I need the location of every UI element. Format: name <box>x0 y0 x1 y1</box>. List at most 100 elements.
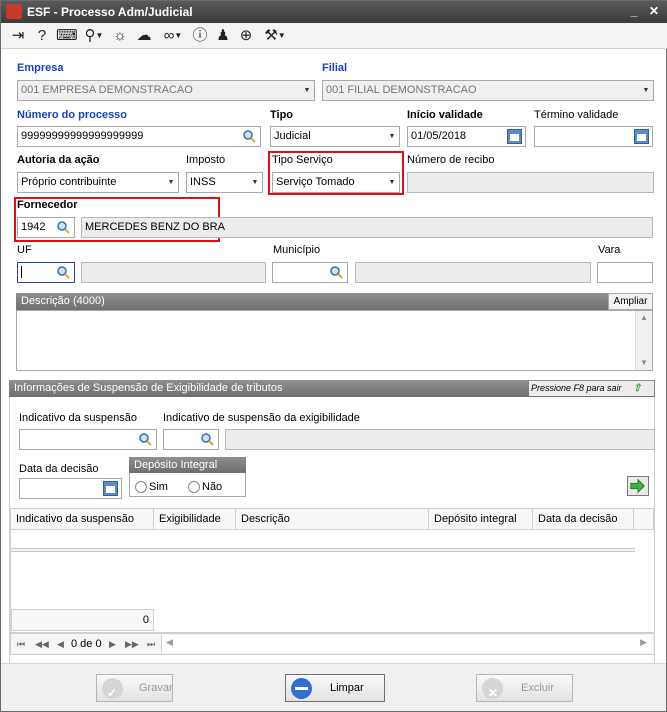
recibo-label: Número de recibo <box>407 154 495 166</box>
chevron-down-icon: ▼ <box>642 87 650 94</box>
inicio-validade-input[interactable]: 01/05/2018 <box>407 126 526 147</box>
indicativo-suspensao-label: Indicativo da suspensão <box>19 412 138 424</box>
sim-radio[interactable] <box>135 481 147 493</box>
empresa-select[interactable]: 001 EMPRESA DEMONSTRACAO ▼ <box>17 80 315 101</box>
indicativo-exigibilidade-input[interactable] <box>163 429 219 450</box>
last-page-icon[interactable]: ⏭ <box>147 639 155 650</box>
termino-validade-input[interactable] <box>534 126 653 147</box>
add-row-button[interactable] <box>627 476 649 496</box>
tipo-servico-label: Tipo Serviço <box>272 154 333 166</box>
limpar-button[interactable]: Limpar <box>285 674 385 702</box>
inicio-validade-label: Início validade <box>407 109 483 121</box>
numero-processo-input[interactable]: 99999999999999999999 <box>17 126 261 147</box>
grid-col-exigibilidade[interactable]: Exigibilidade <box>154 509 236 530</box>
ampliar-label: Ampliar <box>613 296 648 307</box>
tipo-select[interactable]: Judicial ▼ <box>270 126 400 147</box>
tipo-servico-select[interactable]: Serviço Tomado ▼ <box>272 172 400 193</box>
pager-text: 0 de 0 <box>71 638 102 650</box>
nao-radio[interactable] <box>188 481 200 493</box>
descricao-label: Descrição (4000) <box>21 295 105 307</box>
calendar-icon[interactable] <box>634 129 649 144</box>
scroll-up-icon[interactable]: ▲ <box>640 313 648 322</box>
grid-col-filler <box>634 509 654 530</box>
numero-processo-label: Número do processo <box>17 109 128 121</box>
search-icon[interactable] <box>200 432 215 447</box>
f8-hint: Pressione F8 para sair ⇧ <box>529 381 654 396</box>
help-icon[interactable]: ? <box>33 26 51 46</box>
uf-name-display <box>81 262 266 283</box>
suspensao-title: Informações de Suspensão de Exigibilidad… <box>14 382 283 394</box>
arrow-up-icon[interactable]: ⇧ <box>633 381 641 396</box>
recibo-input[interactable] <box>407 172 654 193</box>
next-page-icon[interactable]: ▶ <box>109 639 116 650</box>
link-icon[interactable]: ∞▼ <box>159 26 187 46</box>
descricao-textarea[interactable] <box>16 310 653 371</box>
toolbar: ⇥ ? ⌨ ⚲▼ ☼ ☁ ∞▼ ⓘ ♟ ⊕ ⚒▼ <box>1 23 667 49</box>
deposito-integral-label: Depósito Integral <box>134 459 218 471</box>
search-icon[interactable] <box>56 220 71 235</box>
municipio-label: Município <box>273 244 321 256</box>
search-icon[interactable] <box>56 265 71 280</box>
minus-circle-icon <box>291 678 312 699</box>
search-icon[interactable] <box>242 129 257 144</box>
cloud-icon[interactable]: ☁ <box>134 26 154 46</box>
limpar-label: Limpar <box>330 682 364 694</box>
grid-col-deposito[interactable]: Depósito integral <box>429 509 533 530</box>
indicativo-suspensao-input[interactable] <box>19 429 157 450</box>
app-icon <box>6 4 22 19</box>
gravar-button[interactable]: ✓ Gravar <box>96 674 173 702</box>
chevron-down-icon: ▼ <box>303 87 311 94</box>
pager-scrollbar[interactable]: ◀ ▶ <box>161 635 651 653</box>
municipio-code-input[interactable] <box>272 262 348 283</box>
search-icon[interactable]: ⚲▼ <box>81 26 107 46</box>
calendar-icon[interactable] <box>103 481 118 496</box>
tools-icon[interactable]: ⚒▼ <box>261 26 289 46</box>
indicativo-exigibilidade-display <box>225 429 655 450</box>
keyboard-icon[interactable]: ⌨ <box>56 26 78 46</box>
grid-hscroll[interactable] <box>11 548 635 552</box>
prev-block-icon[interactable]: ◀◀ <box>35 639 49 650</box>
data-decisao-input[interactable] <box>19 478 122 499</box>
arrow-right-icon <box>630 478 645 494</box>
grid-col-descricao[interactable]: Descrição <box>236 509 429 530</box>
deposito-integral-header: Depósito Integral <box>129 457 246 473</box>
info-icon[interactable]: ⓘ <box>191 26 209 46</box>
scroll-left-icon[interactable]: ◀ <box>166 637 173 648</box>
autoria-select[interactable]: Próprio contribuinte ▼ <box>17 172 179 193</box>
numero-processo-value: 99999999999999999999 <box>21 130 144 142</box>
main-window: ESF - Processo Adm/Judicial _ ✕ ⇥ ? ⌨ ⚲▼… <box>0 0 667 712</box>
search-icon[interactable] <box>138 432 153 447</box>
calendar-icon[interactable] <box>507 129 522 144</box>
prev-page-icon[interactable]: ◀ <box>57 639 64 650</box>
scroll-right-icon[interactable]: ▶ <box>640 637 647 648</box>
f8-hint-text: Pressione F8 para sair <box>531 383 622 393</box>
chevron-down-icon: ▼ <box>167 179 175 186</box>
filial-select[interactable]: 001 FILIAL DEMONSTRACAO ▼ <box>322 80 654 101</box>
grid-col-data[interactable]: Data da decisão <box>533 509 634 530</box>
vara-label: Vara <box>598 244 621 256</box>
imposto-select[interactable]: INSS ▼ <box>186 172 263 193</box>
scroll-down-icon[interactable]: ▼ <box>640 358 648 367</box>
autoria-label: Autoria da ação <box>17 154 100 166</box>
first-page-icon[interactable]: ⏮ <box>17 639 25 650</box>
ampliar-button[interactable]: Ampliar <box>608 293 653 310</box>
text-cursor <box>21 266 22 279</box>
minimize-icon[interactable]: _ <box>627 4 641 18</box>
empresa-label: Empresa <box>17 62 64 74</box>
excluir-button[interactable]: ✕ Excluir <box>476 674 573 702</box>
next-block-icon[interactable]: ▶▶ <box>125 639 139 650</box>
vara-input[interactable] <box>597 262 653 283</box>
user-icon[interactable]: ♟ <box>214 26 232 46</box>
fornecedor-code-input[interactable]: 1942 <box>17 217 75 238</box>
document-add-icon[interactable]: ⊕ <box>237 26 255 46</box>
uf-input[interactable] <box>17 262 75 283</box>
municipio-name-display <box>355 262 591 283</box>
descricao-scrollbar[interactable]: ▲ ▼ <box>635 311 652 370</box>
exit-icon[interactable]: ⇥ <box>9 26 27 46</box>
inicio-validade-value: 01/05/2018 <box>411 130 467 142</box>
close-icon[interactable]: ✕ <box>647 4 661 18</box>
grid-col-indicativo[interactable]: Indicativo da suspensão <box>11 509 154 530</box>
lightbulb-icon[interactable]: ☼ <box>112 26 128 46</box>
fornecedor-name-value: MERCEDES BENZ DO BRA <box>85 221 225 233</box>
search-icon[interactable] <box>329 265 344 280</box>
